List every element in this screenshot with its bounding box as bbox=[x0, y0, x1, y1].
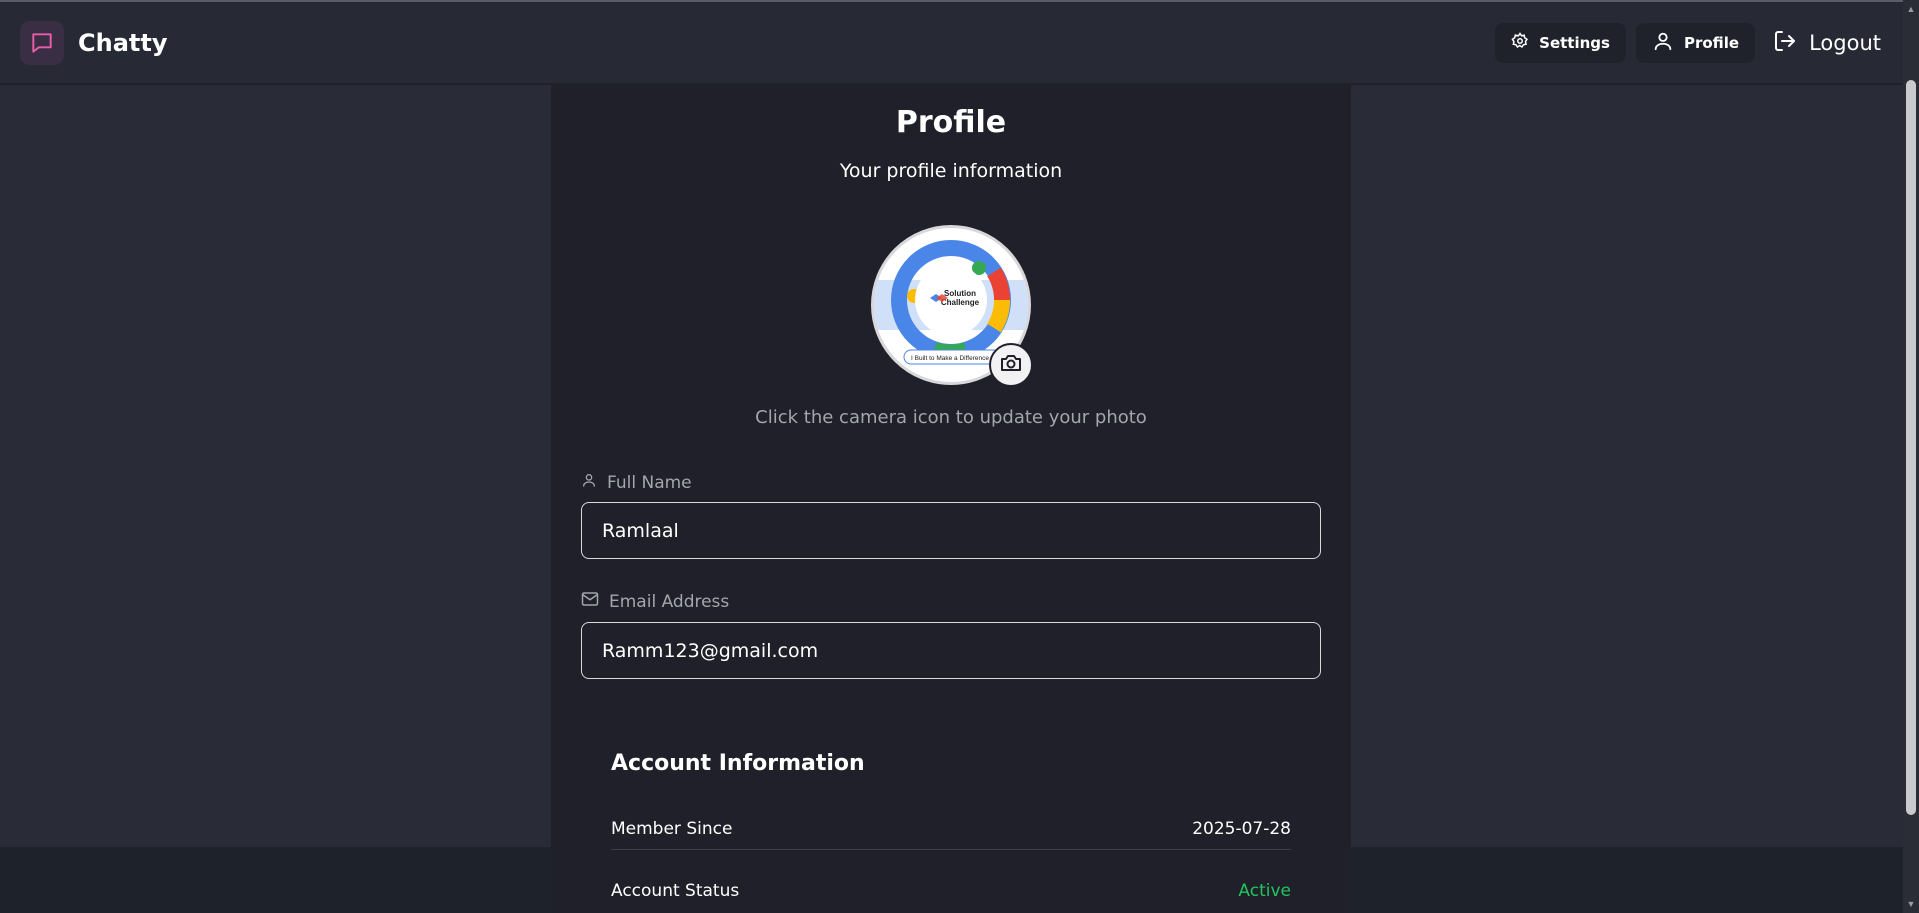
email-field[interactable] bbox=[581, 622, 1321, 679]
settings-label: Settings bbox=[1539, 34, 1610, 52]
email-label: Email Address bbox=[581, 591, 729, 612]
email-label-text: Email Address bbox=[609, 591, 730, 612]
page-subtitle: Your profile information bbox=[839, 160, 1063, 182]
logout-button[interactable]: Logout bbox=[1765, 23, 1889, 63]
account-status-row: Account Status Active bbox=[611, 871, 1291, 911]
gear-icon bbox=[1511, 32, 1529, 54]
page-title: Profile bbox=[895, 105, 1007, 140]
scrollbar[interactable]: ▲ ▼ bbox=[1903, 0, 1919, 913]
account-status-label: Account Status bbox=[611, 881, 740, 901]
mail-icon bbox=[581, 591, 599, 612]
scroll-up-arrow-icon[interactable]: ▲ bbox=[1906, 4, 1916, 14]
brand[interactable]: Chatty bbox=[20, 21, 167, 65]
photo-hint-text: Click the camera icon to update your pho… bbox=[755, 407, 1147, 428]
avatar-banner-text: I Built to Make a Difference bbox=[911, 355, 989, 362]
chat-bubble-logo-icon bbox=[20, 21, 64, 65]
app-name: Chatty bbox=[78, 29, 168, 57]
member-since-value: 2025-07-28 bbox=[1192, 819, 1291, 839]
full-name-label: Full Name bbox=[581, 472, 692, 493]
status-badge: Active bbox=[1238, 881, 1291, 901]
scroll-thumb[interactable] bbox=[1906, 80, 1916, 815]
account-info-title: Account Information bbox=[611, 751, 865, 776]
navbar: Chatty Settings Profile Logout bbox=[0, 2, 1903, 84]
profile-card: Profile Your profile information Solutio… bbox=[551, 85, 1351, 913]
profile-button[interactable]: Profile bbox=[1635, 23, 1756, 63]
camera-icon bbox=[999, 351, 1023, 380]
settings-button[interactable]: Settings bbox=[1495, 23, 1626, 63]
profile-label: Profile bbox=[1683, 34, 1740, 52]
user-icon bbox=[1652, 30, 1674, 56]
scroll-down-arrow-icon[interactable]: ▼ bbox=[1906, 899, 1916, 909]
camera-upload-button[interactable] bbox=[989, 343, 1033, 387]
logout-icon bbox=[1773, 29, 1797, 58]
row-divider bbox=[611, 849, 1291, 850]
avatar-text-line1: Solution bbox=[944, 289, 976, 298]
avatar-container: Solution Challenge I Built to Make a Dif… bbox=[871, 225, 1033, 387]
user-icon bbox=[581, 472, 597, 493]
logout-label: Logout bbox=[1809, 31, 1881, 55]
avatar-text-line2: Challenge bbox=[941, 298, 980, 307]
member-since-label: Member Since bbox=[611, 819, 733, 839]
member-since-row: Member Since 2025-07-28 bbox=[611, 809, 1291, 849]
full-name-label-text: Full Name bbox=[607, 472, 692, 493]
full-name-field[interactable] bbox=[581, 502, 1321, 559]
nav-actions: Settings Profile Logout bbox=[1495, 23, 1889, 63]
